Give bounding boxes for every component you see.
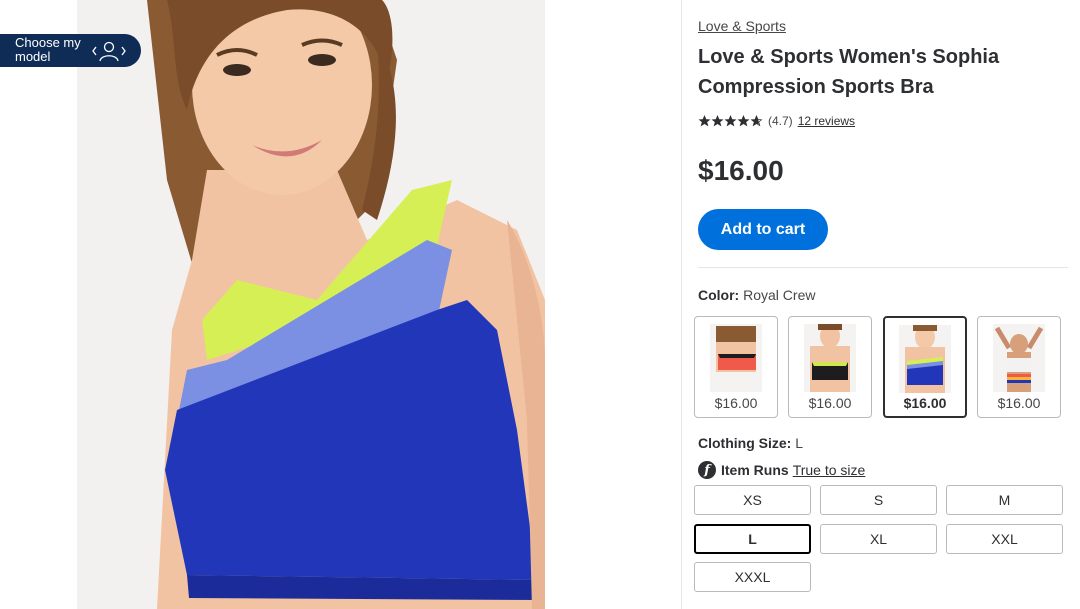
swatch-thumbnail (899, 325, 951, 393)
swatch-thumbnail (804, 324, 856, 392)
color-swatch-royal-crew[interactable]: $16.00 (883, 316, 967, 418)
size-selected-value: L (795, 435, 804, 451)
size-label-row: Clothing Size: L (698, 435, 803, 451)
size-option-s[interactable]: S (820, 485, 937, 515)
swatch-price: $16.00 (714, 395, 758, 411)
swatch-price: $16.00 (997, 395, 1041, 411)
star-icon (724, 115, 737, 127)
color-swatch-white-stripe[interactable]: $16.00 (977, 316, 1061, 418)
size-option-xs[interactable]: XS (694, 485, 811, 515)
panel-divider (681, 0, 682, 609)
color-swatch-coral[interactable]: $16.00 (694, 316, 778, 418)
reviews-link[interactable]: 12 reviews (798, 114, 855, 128)
size-option-xl[interactable]: XL (820, 524, 937, 554)
star-icon (698, 115, 711, 127)
choose-my-model-button[interactable]: Choose my model (0, 34, 141, 67)
product-price: $16.00 (698, 155, 784, 186)
star-icon (737, 115, 750, 127)
rating-value: (4.7) (768, 114, 793, 128)
size-label: Clothing Size: (698, 435, 792, 451)
fit-info: f Item Runs True to size (698, 461, 865, 479)
rating-stars (698, 115, 763, 127)
color-swatch-black[interactable]: $16.00 (788, 316, 872, 418)
fit-label: Item Runs (721, 462, 789, 478)
color-label: Color: (698, 287, 740, 303)
swatch-thumbnail (993, 324, 1045, 392)
fit-value-link[interactable]: True to size (793, 462, 866, 478)
choose-my-model-label: Choose my model (15, 35, 81, 64)
color-label-row: Color: Royal Crew (698, 287, 815, 303)
product-title: Love & Sports Women's Sophia Compression… (698, 46, 1000, 98)
fit-info-icon: f (698, 461, 716, 479)
section-divider (698, 267, 1068, 268)
swatch-price: $16.00 (903, 395, 947, 411)
star-icon (750, 115, 763, 127)
size-option-m[interactable]: M (946, 485, 1063, 515)
size-option-xxl[interactable]: XXL (946, 524, 1063, 554)
color-selected-value: Royal Crew (743, 287, 816, 303)
swatch-thumbnail (710, 324, 762, 392)
model-switch-icon (91, 40, 127, 67)
add-to-cart-button[interactable]: Add to cart (698, 209, 828, 250)
product-rating: (4.7) 12 reviews (698, 114, 855, 128)
size-option-l[interactable]: L (694, 524, 811, 554)
product-main-image[interactable] (77, 0, 545, 609)
brand-link[interactable]: Love & Sports (698, 18, 786, 34)
swatch-price: $16.00 (808, 395, 852, 411)
star-icon (711, 115, 724, 127)
size-option-xxxl[interactable]: XXXL (694, 562, 811, 592)
